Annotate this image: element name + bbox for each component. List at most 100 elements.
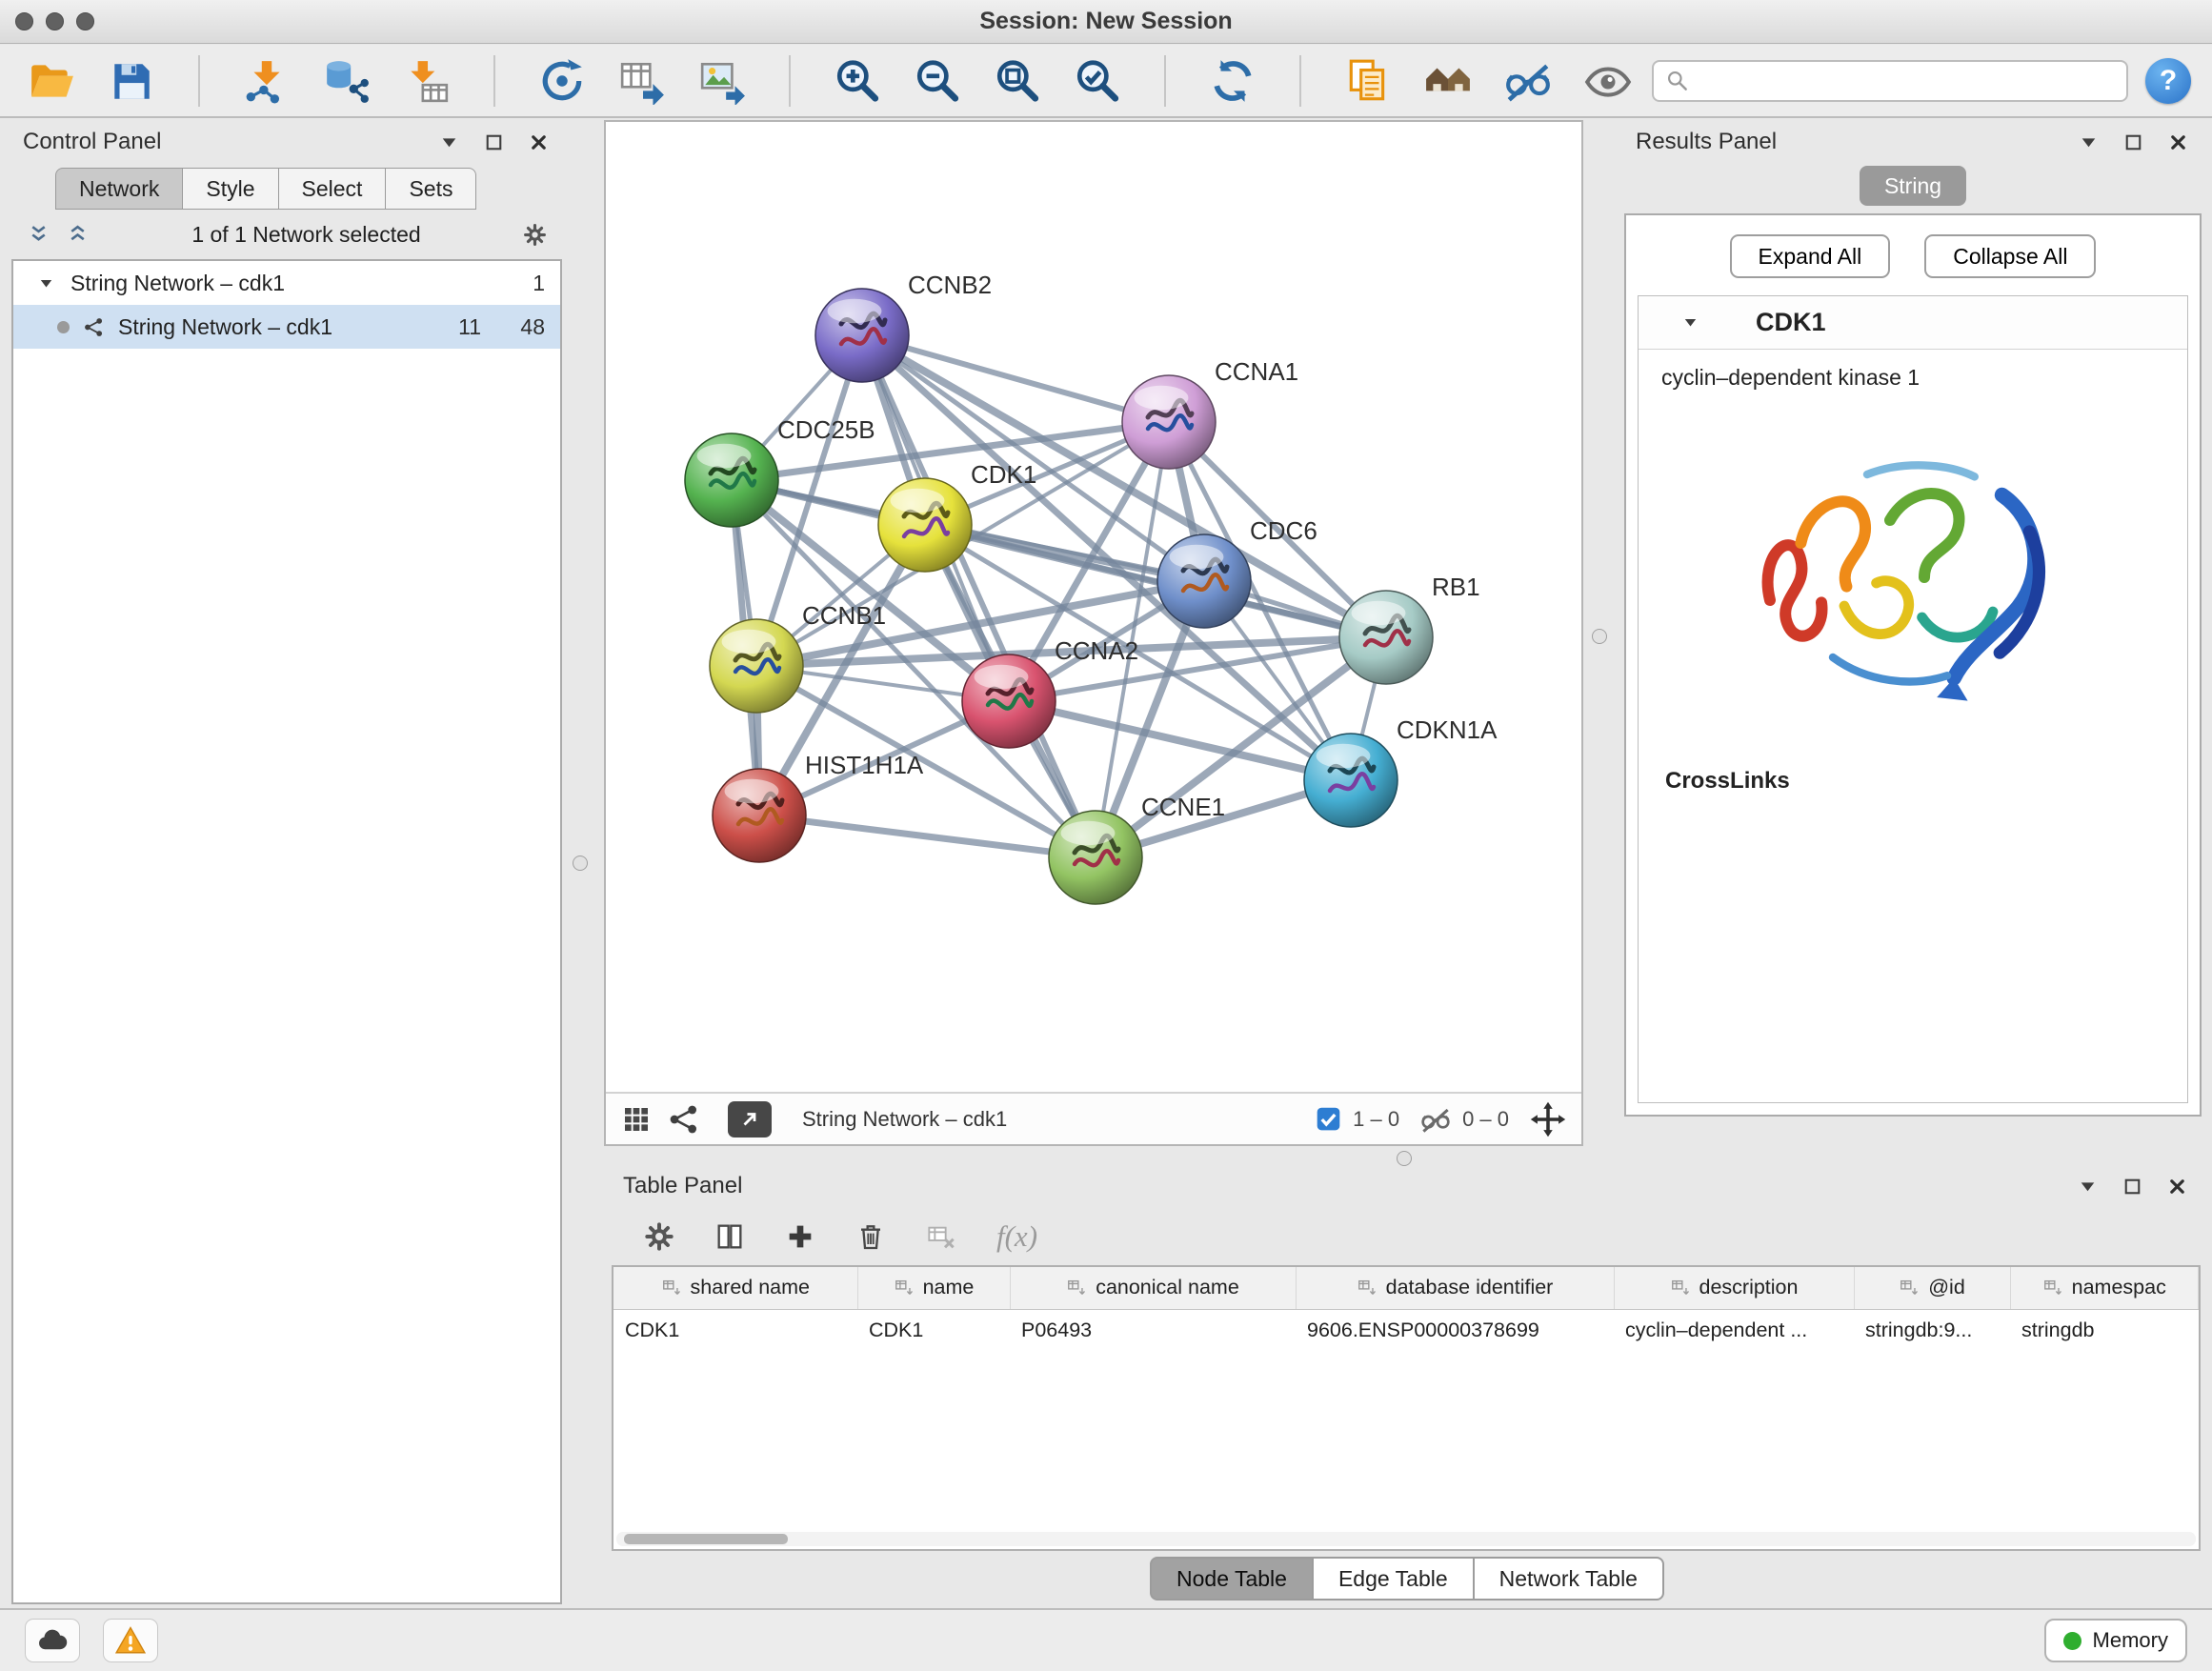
add-column-icon[interactable] bbox=[785, 1221, 815, 1252]
warnings-button[interactable] bbox=[103, 1619, 158, 1662]
window-minimize-button[interactable] bbox=[46, 12, 64, 30]
column-header[interactable]: shared name bbox=[613, 1267, 857, 1309]
table-settings-gear-icon[interactable] bbox=[644, 1221, 674, 1252]
export-image-button[interactable] bbox=[692, 51, 753, 111]
bottom-splitter-handle[interactable] bbox=[1397, 1151, 1412, 1166]
scrollbar-thumb[interactable] bbox=[624, 1534, 788, 1544]
collection-expander-icon[interactable] bbox=[36, 273, 56, 293]
birdseye-grid-icon[interactable] bbox=[621, 1104, 652, 1135]
help-button[interactable]: ? bbox=[2145, 58, 2191, 104]
image-arrow-icon bbox=[698, 57, 746, 105]
crosshair-icon[interactable] bbox=[1530, 1101, 1566, 1137]
copy-document-button[interactable] bbox=[1337, 51, 1398, 111]
window-zoom-button[interactable] bbox=[76, 12, 94, 30]
tab-network-table[interactable]: Network Table bbox=[1473, 1557, 1664, 1601]
export-table-button[interactable] bbox=[612, 51, 673, 111]
open-session-button[interactable] bbox=[21, 51, 82, 111]
column-header[interactable]: @id bbox=[1854, 1267, 2010, 1309]
sort-icon bbox=[1899, 1278, 1920, 1299]
network-node-HIST1H1A[interactable]: HIST1H1A bbox=[713, 751, 924, 862]
control-panel-maximize-icon[interactable] bbox=[482, 131, 506, 154]
column-header[interactable]: name bbox=[857, 1267, 1010, 1309]
network-options-gear-icon[interactable] bbox=[523, 223, 547, 247]
cell-namespace[interactable]: stringdb bbox=[2010, 1309, 2199, 1351]
collapse-all-networks-icon[interactable] bbox=[27, 223, 50, 247]
results-panel-close-icon[interactable] bbox=[2166, 131, 2190, 154]
column-header[interactable]: canonical name bbox=[1010, 1267, 1296, 1309]
results-panel-float-icon[interactable] bbox=[2077, 131, 2101, 154]
left-splitter-handle[interactable] bbox=[573, 856, 588, 871]
entry-expander-icon[interactable] bbox=[1680, 312, 1700, 332]
network-graph[interactable]: CCNB2CCNA1CDC25BCDK1CDC6RB1CCNB1CCNA2CDK… bbox=[606, 122, 1581, 1092]
svg-text:CCNB1: CCNB1 bbox=[802, 601, 886, 630]
zoom-in-button[interactable] bbox=[827, 51, 888, 111]
network-node-CCNB1[interactable]: CCNB1 bbox=[710, 601, 886, 713]
svg-text:CCNA2: CCNA2 bbox=[1055, 636, 1138, 665]
cell-description[interactable]: cyclin–dependent ... bbox=[1614, 1309, 1854, 1351]
network-canvas[interactable]: CCNB2CCNA1CDC25BCDK1CDC6RB1CCNB1CCNA2CDK… bbox=[606, 122, 1581, 1092]
column-header[interactable]: namespac bbox=[2010, 1267, 2199, 1309]
search-input[interactable] bbox=[1699, 62, 2115, 100]
network-node-CDKN1A[interactable]: CDKN1A bbox=[1304, 715, 1498, 827]
column-header[interactable]: description bbox=[1614, 1267, 1854, 1309]
hide-selected-button[interactable] bbox=[1498, 51, 1558, 111]
table-tabs: Node Table Edge Table Network Table bbox=[610, 1551, 2202, 1606]
tab-network[interactable]: Network bbox=[55, 168, 183, 210]
show-columns-icon[interactable] bbox=[714, 1221, 745, 1252]
tab-node-table[interactable]: Node Table bbox=[1150, 1557, 1314, 1601]
right-splitter-handle[interactable] bbox=[1592, 629, 1607, 644]
cell-name[interactable]: CDK1 bbox=[857, 1309, 1010, 1351]
column-header[interactable]: database identifier bbox=[1296, 1267, 1614, 1309]
import-network-from-file-button[interactable] bbox=[236, 51, 297, 111]
network-node-CCNA1[interactable]: CCNA1 bbox=[1122, 357, 1298, 469]
tab-sets[interactable]: Sets bbox=[385, 168, 476, 210]
protein-structure-image bbox=[1639, 396, 2187, 749]
cell-canonical-name[interactable]: P06493 bbox=[1010, 1309, 1296, 1351]
zoom-fit-button[interactable] bbox=[987, 51, 1048, 111]
results-panel-maximize-icon[interactable] bbox=[2122, 131, 2145, 154]
entry-header[interactable]: CDK1 bbox=[1639, 296, 2187, 350]
apply-layout-button[interactable] bbox=[532, 51, 593, 111]
function-builder-button[interactable]: f(x) bbox=[996, 1219, 1037, 1254]
detach-view-button[interactable] bbox=[728, 1101, 772, 1137]
tab-select[interactable]: Select bbox=[278, 168, 387, 210]
svg-text:CCNA1: CCNA1 bbox=[1215, 357, 1298, 386]
help-icon: ? bbox=[2160, 65, 2177, 97]
refresh-view-button[interactable] bbox=[1202, 51, 1263, 111]
show-all-button[interactable] bbox=[1578, 51, 1639, 111]
cell-database-identifier[interactable]: 9606.ENSP00000378699 bbox=[1296, 1309, 1614, 1351]
cell-id[interactable]: stringdb:9... bbox=[1854, 1309, 2010, 1351]
tab-style[interactable]: Style bbox=[182, 168, 278, 210]
toolbar-separator bbox=[198, 55, 200, 107]
table-panel-float-icon[interactable] bbox=[2076, 1175, 2100, 1198]
table-panel-close-icon[interactable] bbox=[2165, 1175, 2189, 1198]
expand-all-networks-icon[interactable] bbox=[66, 223, 90, 247]
window-close-button[interactable] bbox=[15, 12, 33, 30]
memory-button[interactable]: Memory bbox=[2044, 1619, 2187, 1662]
network-row[interactable]: String Network – cdk1 11 48 bbox=[13, 305, 560, 349]
cloud-button[interactable] bbox=[25, 1619, 80, 1662]
crosslink-row bbox=[1639, 804, 2187, 815]
table-row[interactable]: CDK1 CDK1 P06493 9606.ENSP00000378699 cy… bbox=[613, 1309, 2199, 1351]
collapse-all-button[interactable]: Collapse All bbox=[1924, 234, 2096, 278]
control-panel-float-icon[interactable] bbox=[437, 131, 461, 154]
delete-column-icon[interactable] bbox=[855, 1221, 886, 1252]
import-table-from-file-button[interactable] bbox=[396, 51, 457, 111]
string-tab[interactable]: String bbox=[1860, 166, 1966, 206]
cell-shared-name[interactable]: CDK1 bbox=[613, 1309, 857, 1351]
network-node-RB1[interactable]: RB1 bbox=[1339, 573, 1480, 684]
selected-checkbox-icon[interactable] bbox=[1316, 1106, 1341, 1132]
first-neighbors-button[interactable] bbox=[1418, 51, 1478, 111]
tab-edge-table[interactable]: Edge Table bbox=[1312, 1557, 1475, 1601]
table-panel-maximize-icon[interactable] bbox=[2121, 1175, 2144, 1198]
horizontal-scrollbar[interactable] bbox=[616, 1532, 2196, 1546]
expand-all-button[interactable]: Expand All bbox=[1730, 234, 1891, 278]
network-collection-row[interactable]: String Network – cdk1 1 bbox=[13, 261, 560, 305]
network-view-share-icon[interactable] bbox=[669, 1104, 699, 1135]
import-network-from-database-button[interactable] bbox=[316, 51, 377, 111]
control-panel-close-icon[interactable] bbox=[527, 131, 551, 154]
zoom-selected-button[interactable] bbox=[1067, 51, 1128, 111]
zoom-out-button[interactable] bbox=[907, 51, 968, 111]
save-session-button[interactable] bbox=[101, 51, 162, 111]
window-titlebar[interactable]: Session: New Session bbox=[0, 0, 2212, 44]
